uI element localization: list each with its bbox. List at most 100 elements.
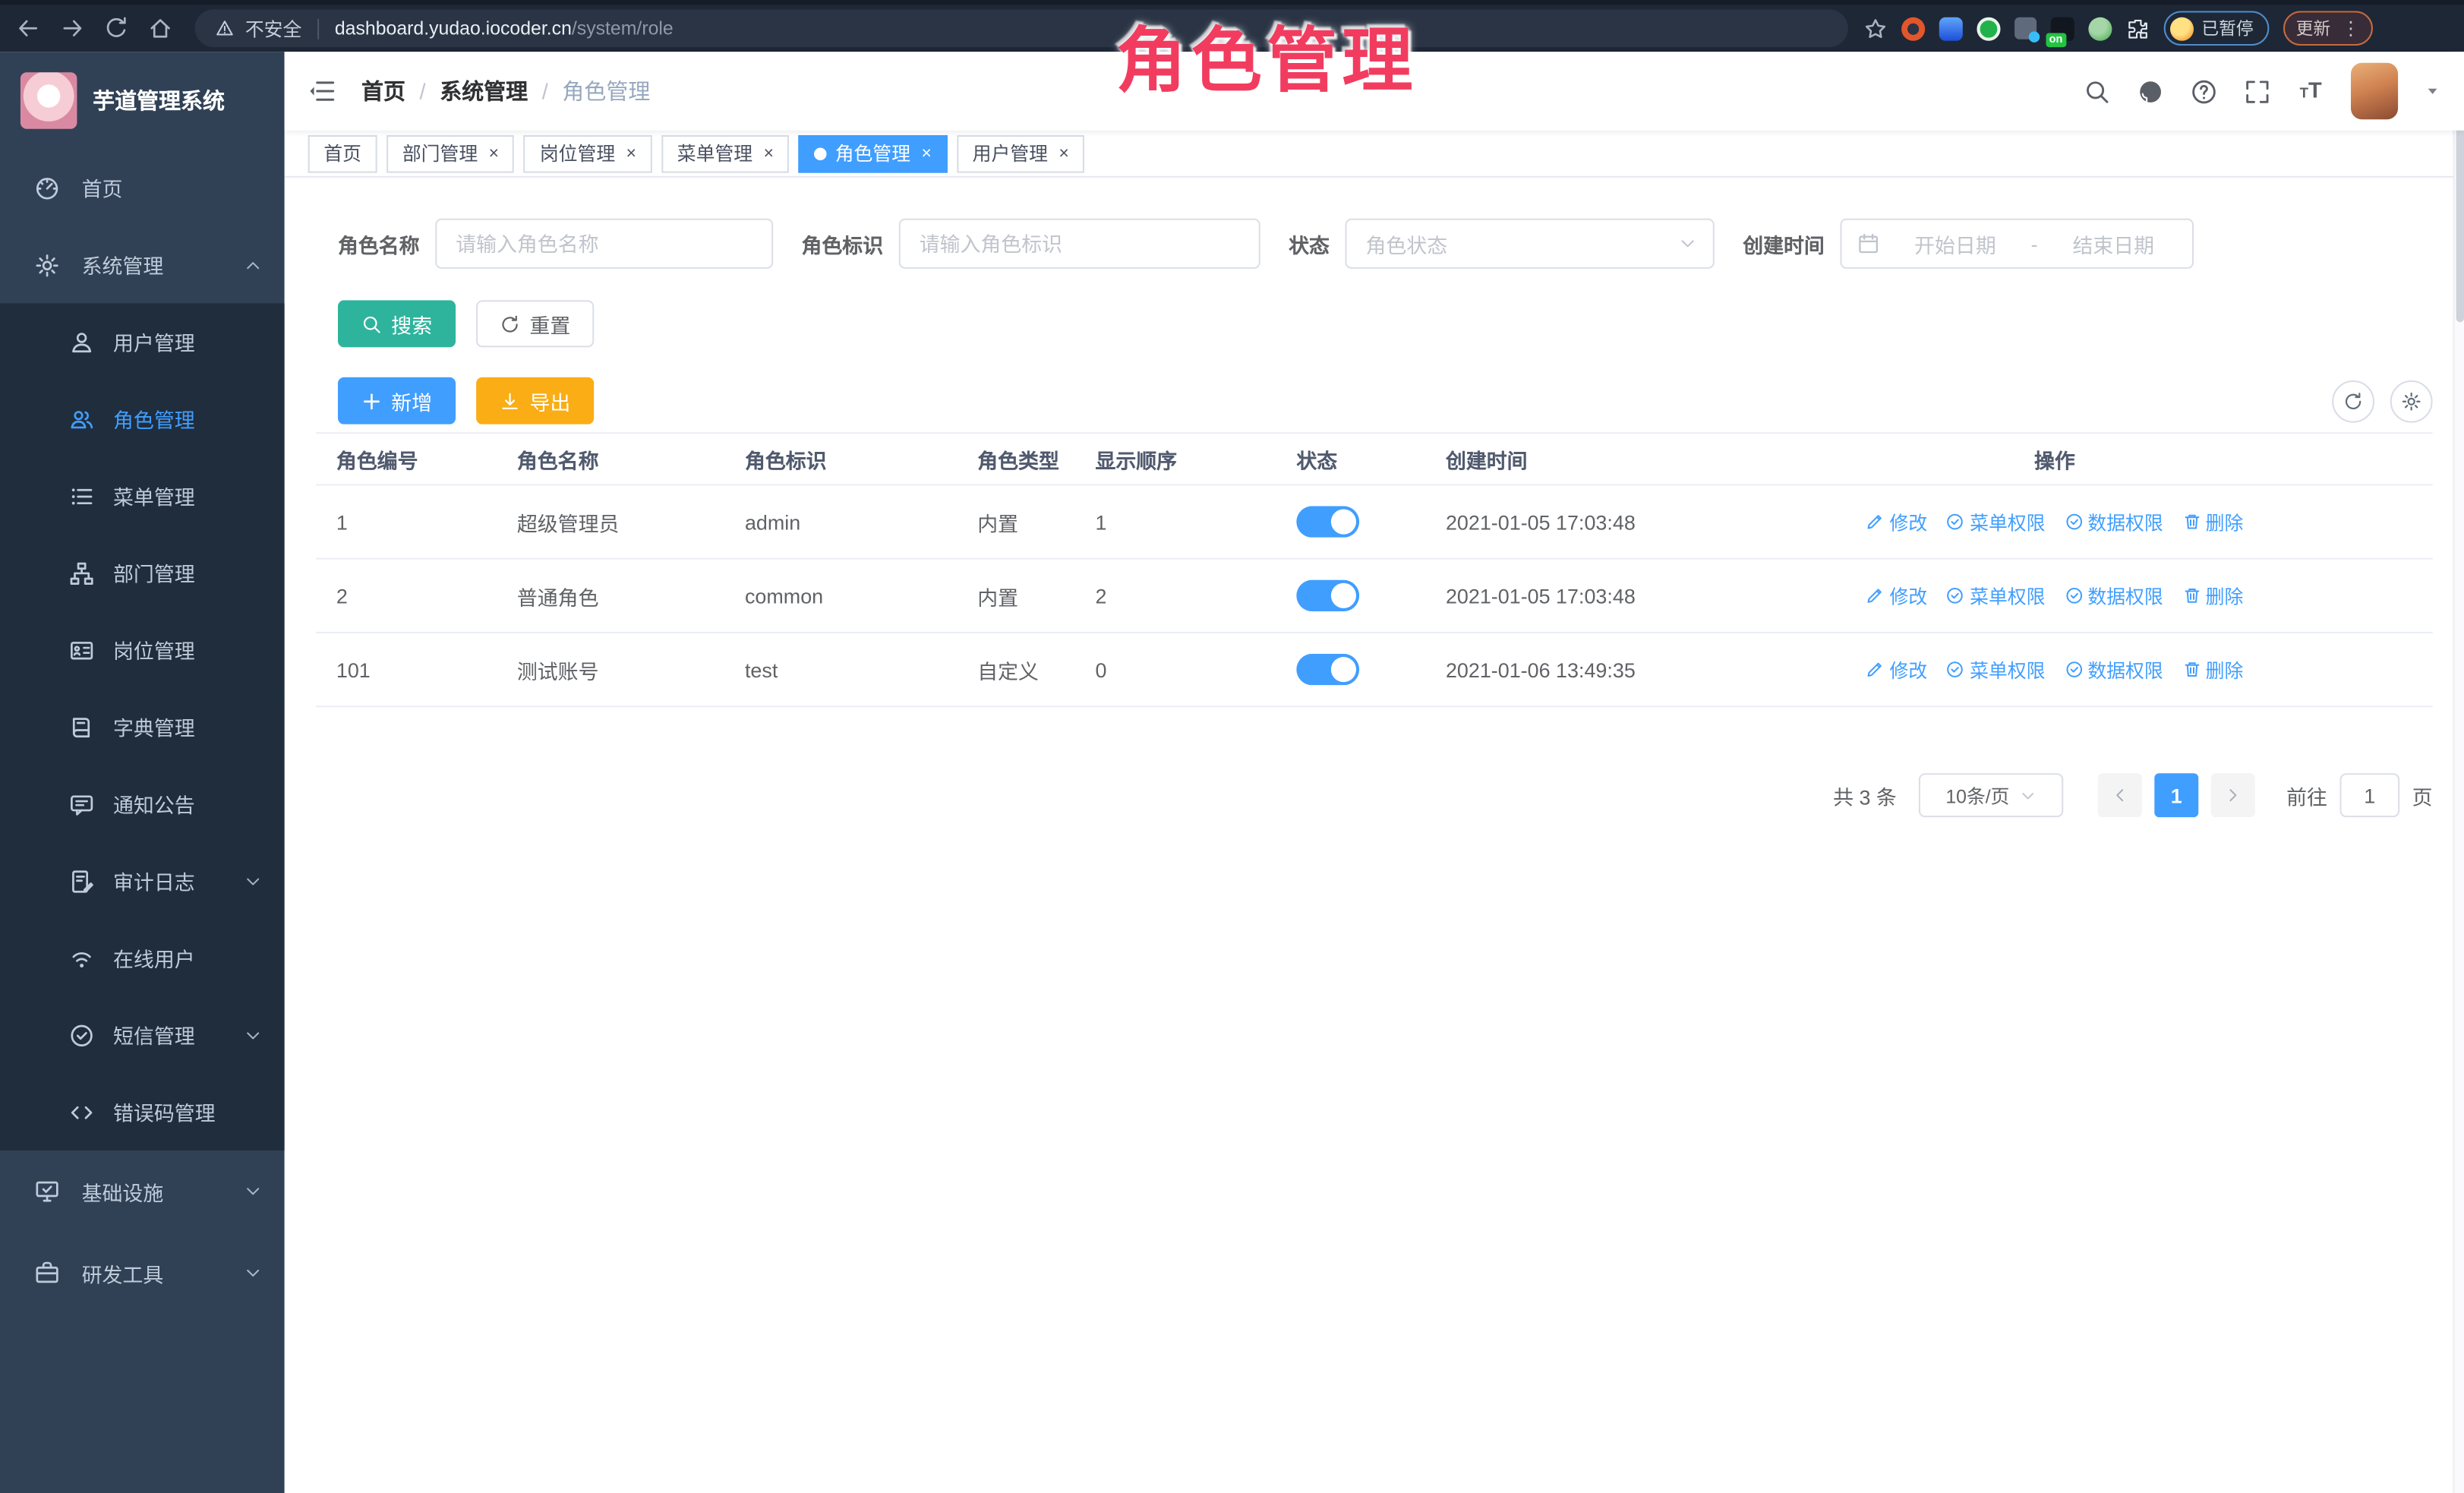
add-button[interactable]: 新增 — [338, 377, 456, 425]
extension-sprout-icon[interactable] — [2088, 17, 2112, 40]
bookmark-star-icon[interactable] — [1863, 17, 1887, 40]
sidebar-item-短信管理[interactable]: 短信管理 — [0, 996, 285, 1073]
help-icon[interactable] — [2191, 77, 2217, 104]
address-bar[interactable]: 不安全 dashboard.yudao.iocoder.cn/system/ro… — [195, 9, 1848, 47]
tab-岗位管理[interactable]: 岗位管理× — [524, 134, 652, 172]
current-page-button[interactable]: 1 — [2154, 773, 2198, 817]
role-name-input[interactable] — [435, 219, 773, 269]
next-page-button[interactable] — [2211, 773, 2255, 817]
create-time-range-picker[interactable]: 开始日期 - 结束日期 — [1841, 219, 2194, 269]
font-size-icon[interactable]: TT — [2298, 77, 2324, 104]
browser-extensions: on 已暂停 更新 ⋮ — [1863, 11, 2373, 46]
action-数据权限[interactable]: 数据权限 — [2064, 656, 2163, 683]
action-删除[interactable]: 删除 — [2182, 582, 2244, 609]
tags-view-bar: 首页部门管理×岗位管理×菜单管理×角色管理× 用户管理× — [285, 131, 2464, 178]
user-avatar[interactable] — [2351, 63, 2398, 120]
sidebar-item-字典管理[interactable]: 字典管理 — [0, 688, 285, 765]
prev-page-button[interactable] — [2098, 773, 2142, 817]
plus-icon — [361, 390, 382, 411]
role-key-label: 角色标识 — [801, 229, 883, 258]
extension-orange-icon[interactable] — [1901, 17, 1925, 40]
caret-down-icon[interactable] — [2425, 84, 2440, 99]
tab-close-icon[interactable]: × — [489, 144, 499, 163]
goto-page-input[interactable] — [2339, 773, 2399, 817]
column-settings-button[interactable] — [2390, 380, 2433, 422]
action-修改[interactable]: 修改 — [1866, 582, 1927, 609]
cell: 自定义 — [957, 655, 1074, 684]
browser-reload-icon[interactable] — [104, 16, 129, 41]
breadcrumb-item[interactable]: 首页 — [361, 75, 405, 106]
export-button[interactable]: 导出 — [476, 377, 594, 425]
tab-角色管理[interactable]: 角色管理× — [799, 134, 947, 172]
breadcrumb: 首页/系统管理/角色管理 — [361, 75, 650, 106]
announcement-icon — [69, 791, 94, 816]
pagination: 共 3 条 10条/页 1 前往 页 — [316, 773, 2433, 817]
browser-menu-icon[interactable]: ⋮ — [2342, 17, 2361, 39]
action-删除[interactable]: 删除 — [2182, 508, 2244, 535]
action-菜单权限[interactable]: 菜单权限 — [1946, 582, 2045, 609]
search-button[interactable]: 搜索 — [338, 300, 456, 347]
browser-home-icon[interactable] — [148, 16, 173, 41]
sidebar-item-在线用户[interactable]: 在线用户 — [0, 920, 285, 996]
hamburger-icon[interactable] — [308, 77, 336, 105]
browser-update-button[interactable]: 更新 ⋮ — [2283, 11, 2373, 46]
status-toggle[interactable] — [1296, 654, 1359, 685]
sidebar-item-研发工具[interactable]: 研发工具 — [0, 1233, 285, 1315]
action-菜单权限[interactable]: 菜单权限 — [1946, 656, 2045, 683]
fullscreen-icon[interactable] — [2244, 77, 2270, 104]
page-scrollbar[interactable] — [2453, 52, 2464, 1493]
sidebar-item-系统管理[interactable]: 系统管理 — [0, 226, 285, 303]
reset-button[interactable]: 重置 — [476, 300, 594, 347]
github-icon[interactable] — [2137, 77, 2164, 104]
cell: common — [724, 584, 957, 608]
browser-forward-icon[interactable] — [60, 16, 85, 41]
sidebar-item-错误码管理[interactable]: 错误码管理 — [0, 1073, 285, 1150]
tab-部门管理[interactable]: 部门管理× — [386, 134, 515, 172]
tab-close-icon[interactable]: × — [626, 144, 636, 163]
app-logo: 芋道管理系统 — [0, 52, 285, 149]
status-toggle[interactable] — [1296, 580, 1359, 611]
tab-用户管理[interactable]: 用户管理× — [957, 134, 1085, 172]
search-icon[interactable] — [2084, 77, 2110, 104]
action-修改[interactable]: 修改 — [1866, 656, 1927, 683]
status-toggle[interactable] — [1296, 506, 1359, 537]
breadcrumb-item[interactable]: 系统管理 — [440, 75, 528, 106]
tab-close-icon[interactable]: × — [764, 144, 774, 163]
role-key-input[interactable] — [899, 219, 1260, 269]
sidebar-item-菜单管理[interactable]: 菜单管理 — [0, 457, 285, 534]
sidebar-item-角色管理[interactable]: 角色管理 — [0, 380, 285, 457]
action-数据权限[interactable]: 数据权限 — [2064, 508, 2163, 535]
browser-profile-button[interactable]: 已暂停 — [2164, 11, 2270, 46]
extension-blue-gem-icon[interactable] — [1939, 17, 1963, 40]
action-数据权限[interactable]: 数据权限 — [2064, 582, 2163, 609]
tab-close-icon[interactable]: × — [922, 144, 932, 163]
action-label: 数据权限 — [2087, 508, 2163, 535]
extension-grid-icon[interactable] — [2014, 17, 2037, 39]
sidebar-item-基础设施[interactable]: 基础设施 — [0, 1151, 285, 1233]
org-tree-icon — [69, 560, 94, 586]
browser-back-icon[interactable] — [16, 16, 41, 41]
action-删除[interactable]: 删除 — [2182, 656, 2244, 683]
tab-close-icon[interactable]: × — [1059, 144, 1069, 163]
sidebar-item-label: 部门管理 — [113, 558, 195, 588]
tab-首页[interactable]: 首页 — [308, 134, 377, 172]
table-body: 1超级管理员admin内置12021-01-05 17:03:48修改菜单权限数… — [316, 485, 2433, 707]
tab-菜单管理[interactable]: 菜单管理× — [661, 134, 790, 172]
sidebar-item-岗位管理[interactable]: 岗位管理 — [0, 611, 285, 688]
sidebar-item-部门管理[interactable]: 部门管理 — [0, 535, 285, 611]
action-菜单权限[interactable]: 菜单权限 — [1946, 508, 2045, 535]
chevron-down-icon — [1678, 234, 1697, 253]
sidebar-item-通知公告[interactable]: 通知公告 — [0, 765, 285, 842]
sidebar-item-首页[interactable]: 首页 — [0, 150, 285, 226]
delete-trash-icon — [2182, 513, 2201, 532]
sidebar-item-审计日志[interactable]: 审计日志 — [0, 842, 285, 919]
action-修改[interactable]: 修改 — [1866, 508, 1927, 535]
sidebar-item-label: 基础设施 — [82, 1176, 164, 1206]
sidebar-item-用户管理[interactable]: 用户管理 — [0, 303, 285, 380]
refresh-table-button[interactable] — [2332, 380, 2374, 422]
status-select[interactable]: 角色状态 — [1346, 219, 1715, 269]
puzzle-extensions-icon[interactable] — [2126, 17, 2150, 40]
extension-dark-icon[interactable]: on — [2051, 17, 2074, 40]
page-size-select[interactable]: 10条/页 — [1919, 773, 2063, 817]
extension-green-circle-icon[interactable] — [1977, 17, 2000, 40]
